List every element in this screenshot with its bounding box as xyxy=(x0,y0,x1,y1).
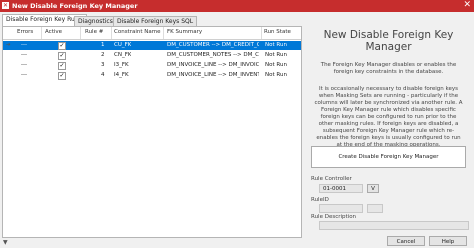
rule-description-field[interactable] xyxy=(319,221,469,230)
window-title: New Disable Foreign Key Manager xyxy=(12,2,138,10)
table-row[interactable]: ➔ --- ✓ 1 CU_FK DM_CUSTOMER --> DM_CREDI… xyxy=(3,41,301,50)
cell-rule-number: 4 xyxy=(101,72,105,78)
cell-fk-summary: DM_CUSTOMER_NOTES --> DM_CUS... xyxy=(167,52,259,58)
create-disable-fk-manager-button[interactable]: Create Disable Foreign Key Manager xyxy=(311,146,466,168)
row-pointer-icon: ➔ xyxy=(6,42,11,48)
rule-controller-dropdown[interactable]: V xyxy=(367,184,379,193)
rule-controller-field[interactable]: 01-0001 xyxy=(319,184,363,193)
details-panel: New Disable Foreign Key Manager The Fore… xyxy=(303,14,474,238)
panel-description-detail: It is occasionally necessary to disable … xyxy=(314,86,463,148)
col-errors[interactable]: Errors xyxy=(17,29,33,35)
rule-id-suffix-field[interactable] xyxy=(367,204,383,213)
active-checkbox[interactable]: ✓ xyxy=(58,72,66,80)
cell-errors: --- xyxy=(21,52,27,58)
cell-run-state: Not Run xyxy=(265,72,287,78)
cell-errors: --- xyxy=(21,42,27,48)
rule-id-label: RuleID xyxy=(311,197,329,203)
rule-description-label: Rule Description xyxy=(311,214,357,220)
cell-constraint-name: I3_FK xyxy=(114,62,129,68)
col-active[interactable]: Active xyxy=(45,29,62,35)
cancel-button[interactable]: Cancel xyxy=(387,236,425,246)
cell-run-state: Not Run xyxy=(265,42,287,48)
col-run-state[interactable]: Run State xyxy=(264,29,291,35)
cell-constraint-name: CU_FK xyxy=(114,42,132,48)
col-constraint-name[interactable]: Constraint Name xyxy=(114,29,161,35)
active-checkbox[interactable]: ✓ xyxy=(58,52,66,60)
cell-constraint-name: CN_FK xyxy=(114,52,132,58)
col-rule-number[interactable]: Rule # xyxy=(85,29,103,35)
cell-fk-summary: DM_INVOICE_LINE --> DM_INVENT... xyxy=(167,72,259,78)
table-row[interactable]: --- ✓ 2 CN_FK DM_CUSTOMER_NOTES --> DM_C… xyxy=(3,51,301,60)
cell-fk-summary: DM_CUSTOMER --> DM_CREDIT_C... xyxy=(167,42,259,48)
cell-run-state: Not Run xyxy=(265,62,287,68)
rule-controller-label: Rule Controller xyxy=(311,176,352,182)
cell-errors: --- xyxy=(21,72,27,78)
cell-fk-summary: DM_INVOICE_LINE --> DM_INVOICE xyxy=(167,62,259,68)
app-icon: ✕ xyxy=(2,2,9,9)
table-row[interactable]: --- ✓ 4 I4_FK DM_INVOICE_LINE --> DM_INV… xyxy=(3,71,301,80)
cell-run-state: Not Run xyxy=(265,52,287,58)
cell-rule-number: 3 xyxy=(101,62,105,68)
col-fk-summary[interactable]: FK Summary xyxy=(167,29,202,35)
help-button[interactable]: Help xyxy=(429,236,467,246)
active-checkbox[interactable]: ✓ xyxy=(58,42,66,50)
rule-id-field[interactable] xyxy=(319,204,363,213)
active-checkbox[interactable]: ✓ xyxy=(58,62,66,70)
cell-errors: --- xyxy=(21,62,27,68)
panel-description-summary: The Foreign Key Manager disables or enab… xyxy=(320,62,457,75)
cell-rule-number: 2 xyxy=(101,52,105,58)
expand-triangle-icon[interactable]: ▼ xyxy=(3,239,8,246)
cell-rule-number: 1 xyxy=(101,42,105,48)
title-bar: ✕ New Disable Foreign Key Manager ✕ xyxy=(0,0,474,12)
cell-constraint-name: I4_FK xyxy=(114,72,129,78)
rules-grid[interactable]: Errors Active Rule # Constraint Name FK … xyxy=(2,26,302,238)
panel-title: New Disable Foreign Key Manager xyxy=(323,29,454,53)
grid-header: Errors Active Rule # Constraint Name FK … xyxy=(3,27,301,40)
close-icon[interactable]: ✕ xyxy=(463,0,471,11)
table-row[interactable]: --- ✓ 3 I3_FK DM_INVOICE_LINE --> DM_INV… xyxy=(3,61,301,70)
